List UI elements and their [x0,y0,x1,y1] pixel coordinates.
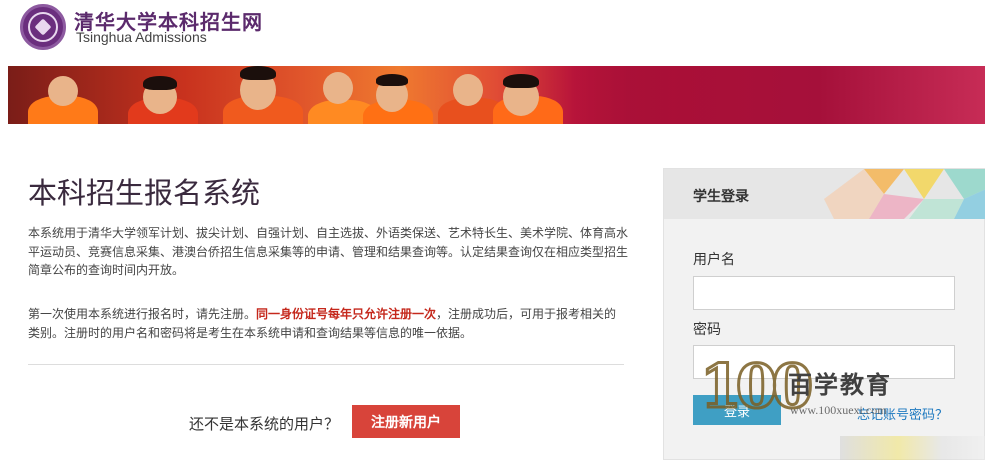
forgot-password-link[interactable]: 忘记账号密码？ [857,404,948,423]
login-button[interactable]: 登录 [693,395,781,425]
banner-figure [143,76,177,90]
hero-banner-image [8,66,985,124]
password-label: 密码 [693,322,721,338]
username-input[interactable] [693,276,955,310]
login-panel: 学生登录 用户名 密码 登录 忘记账号密码？ [663,168,985,460]
login-title: 学生登录 [693,189,749,205]
seal-core [34,18,52,36]
register-note-text: 第一次使用本系统进行报名时，请先注册。 [28,307,257,321]
register-note: 第一次使用本系统进行报名时，请先注册。同一身份证号每年只允许注册一次，注册成功后… [28,305,628,342]
site-header: 清华大学本科招生网 Tsinghua Admissions [0,0,985,62]
seal-ring [28,12,58,42]
page-title: 本科招生报名系统 [28,176,261,210]
register-note-highlight: 同一身份证号每年只允许注册一次 [256,307,437,321]
username-label: 用户名 [693,252,735,268]
banner-figure [323,72,353,104]
banner-figure [240,66,276,80]
intro-paragraph: 本系统用于清华大学领军计划、拔尖计划、自强计划、自主选拔、外语类保送、艺术特长生… [28,226,629,277]
password-input[interactable] [693,345,955,379]
site-title-en[interactable]: Tsinghua Admissions [76,29,207,45]
tsinghua-seal-logo[interactable] [20,4,66,50]
watermark-corner-strip [840,436,985,460]
banner-figure [48,76,78,106]
register-button[interactable]: 注册新用户 [352,405,460,438]
content-divider [28,364,624,365]
banner-figure [453,74,483,106]
banner-gradient [568,66,985,124]
banner-figure [503,74,539,88]
login-panel-header: 学生登录 [664,169,985,219]
not-user-prompt: 还不是本系统的用户？ [189,415,340,433]
banner-figure [376,74,408,86]
